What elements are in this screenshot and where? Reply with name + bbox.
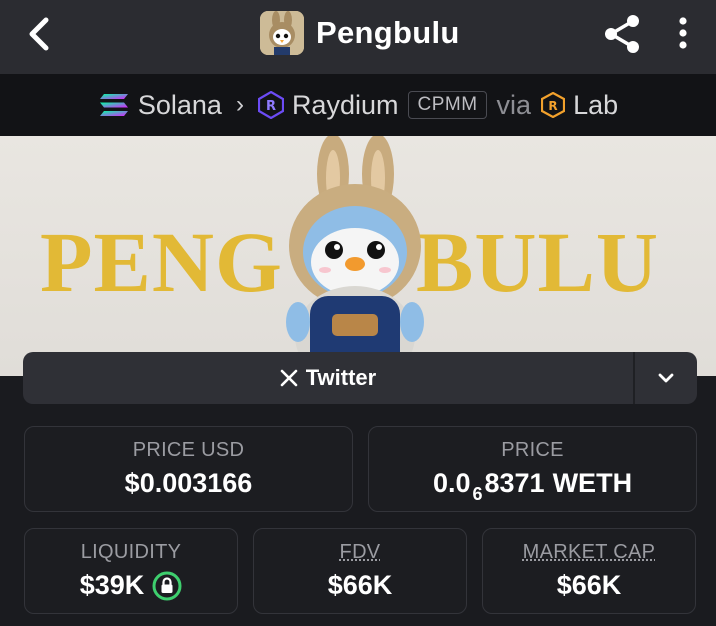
svg-text:R: R — [266, 99, 276, 114]
price-card: PRICE 0.0 6 8371 WETH — [368, 426, 697, 512]
launchpad-name: Lab — [573, 89, 619, 120]
fdv-label[interactable]: FDV — [340, 541, 381, 564]
more-button[interactable] — [668, 12, 698, 56]
raydium-icon: R — [257, 91, 284, 119]
mascot-image — [286, 136, 424, 376]
price-usd-card: PRICE USD $0.003166 — [24, 426, 353, 512]
token-banner: PENG BULU — [0, 136, 716, 376]
more-vertical-icon — [679, 17, 687, 49]
launchpad-icon: R — [541, 92, 566, 118]
chevron-down-icon — [658, 373, 674, 383]
svg-text:R: R — [548, 99, 557, 113]
token-avatar — [260, 11, 304, 55]
chevron-left-icon — [29, 17, 49, 51]
pool-type-badge: CPMM — [408, 91, 487, 119]
back-button[interactable] — [22, 14, 56, 54]
socials-expand-button[interactable] — [633, 352, 697, 404]
via-label: via — [496, 89, 532, 120]
price-digits: 8371 — [484, 468, 545, 498]
solana-icon — [99, 94, 128, 116]
breadcrumb-launchpad[interactable]: R Lab — [541, 90, 618, 121]
price-zero-count: 6 — [472, 484, 483, 504]
market-cap-value: $66K — [556, 570, 622, 600]
breadcrumb: Solana › R Raydium CPMM via R Lab — [0, 74, 716, 136]
dex-name: Raydium — [291, 89, 399, 120]
liquidity-card: LIQUIDITY $39K — [24, 528, 238, 614]
market-cap-card: MARKET CAP $66K — [482, 528, 696, 614]
share-icon — [605, 15, 639, 53]
share-button[interactable] — [600, 12, 644, 56]
breadcrumb-dex[interactable]: R Raydium — [257, 89, 399, 121]
price-prefix: 0.0 — [432, 468, 471, 498]
fdv-value: $66K — [327, 570, 393, 600]
lock-icon[interactable] — [152, 571, 182, 601]
top-bar: Pengbulu — [0, 0, 716, 74]
x-logo-icon — [280, 369, 298, 387]
twitter-label: Twitter — [305, 365, 377, 390]
liquidity-label: LIQUIDITY — [80, 541, 182, 563]
price-usd-value: $0.003166 — [124, 468, 253, 498]
price-value: 0.0 6 8371 WETH — [432, 468, 633, 504]
price-label: PRICE — [501, 439, 564, 461]
price-usd-label: PRICE USD — [132, 439, 245, 461]
chevron-right-icon: › — [235, 91, 244, 118]
fdv-card: FDV $66K — [253, 528, 467, 614]
liquidity-value: $39K — [79, 570, 145, 600]
token-title: Pengbulu — [260, 10, 460, 56]
page-title: Pengbulu — [316, 15, 460, 50]
market-cap-label[interactable]: MARKET CAP — [523, 541, 656, 564]
social-links-bar: Twitter — [23, 352, 697, 404]
breadcrumb-chain[interactable]: Solana — [98, 90, 222, 121]
twitter-button[interactable]: Twitter — [23, 352, 633, 404]
chain-name: Solana — [137, 89, 222, 120]
price-unit: WETH — [552, 468, 633, 498]
